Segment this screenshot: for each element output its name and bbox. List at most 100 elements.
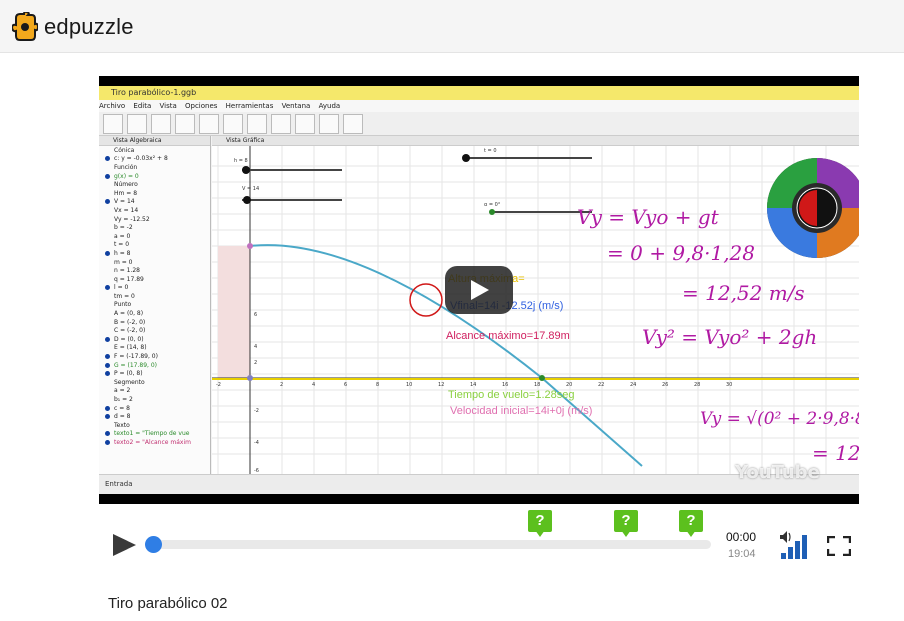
algebra-row: g(x) = 0 — [99, 172, 210, 181]
algebra-row: m = 0 — [114, 258, 133, 266]
video-title: Tiro parabólico 02 — [108, 595, 228, 612]
x-tick: 8 — [376, 382, 379, 388]
pen-color-wheel-icon — [767, 158, 859, 258]
algebra-row: b = -2 — [114, 224, 133, 232]
algebra-row: Punto — [114, 301, 132, 309]
algebra-row: Cónica — [114, 146, 135, 154]
question-marker[interactable]: ? — [528, 510, 552, 537]
question-marker[interactable]: ? — [614, 510, 638, 537]
algebra-row: Vy = -12.52 — [114, 215, 150, 223]
algebra-row: D = (0, 0) — [99, 335, 210, 344]
algebra-row: F = (-17.89, 0) — [99, 352, 210, 361]
menu-item: Ayuda — [318, 102, 341, 110]
youtube-watermark[interactable]: YouTube — [735, 462, 820, 483]
height-rectangle — [218, 246, 250, 378]
handwriting-line: = 0 + 9,8·1,28 — [607, 241, 755, 265]
algebra-row: l = 0 — [99, 284, 210, 293]
menu-bar: Archivo Edita Vista Opciones Herramienta… — [99, 100, 859, 112]
algebra-row: b₁ = 2 — [114, 396, 133, 404]
line-tool-icon — [151, 114, 171, 134]
x-tick: 30 — [726, 382, 732, 388]
algebra-view: Vista Algebraica Cónica c: y = -0.03x² +… — [99, 136, 211, 474]
polygon-tool-icon — [199, 114, 219, 134]
x-tick: 14 — [470, 382, 476, 388]
slider-tool-icon — [319, 114, 339, 134]
y-tick: -2 — [254, 408, 259, 414]
algebra-row: texto2 = "Alcance máxim — [99, 438, 210, 447]
handwriting-line: Vy = Vyo + gt — [577, 205, 720, 229]
algebra-row: E = (14, 8) — [114, 344, 147, 352]
play-icon — [113, 534, 136, 556]
volume-control[interactable] — [779, 529, 815, 561]
fullscreen-button[interactable] — [826, 535, 852, 557]
algebra-row: t = 0 — [114, 241, 130, 249]
fullscreen-icon — [826, 535, 852, 557]
ellipse-tool-icon — [247, 114, 267, 134]
window-title: Tiro parabólico-1.ggb — [99, 86, 859, 100]
edpuzzle-logo[interactable]: edpuzzle — [12, 12, 134, 42]
slider-label: t = 0 — [484, 148, 497, 154]
y-tick: 6 — [254, 312, 257, 318]
graph-text-alcance: Alcance máximo=17.89m — [446, 330, 570, 342]
algebra-row: Hm = 8 — [114, 189, 138, 197]
menu-item: Vista — [159, 102, 177, 110]
menu-item: Ventana — [281, 102, 311, 110]
point-tool-icon — [127, 114, 147, 134]
x-tick: 22 — [598, 382, 604, 388]
x-tick: 4 — [312, 382, 315, 388]
algebra-row: Segmento — [114, 378, 145, 386]
algebra-row: Número — [114, 181, 138, 189]
algebra-row: tm = 0 — [114, 292, 135, 300]
x-tick: 26 — [662, 382, 668, 388]
algebra-row: V = 14 — [99, 198, 210, 207]
algebra-row: c: y = -0.03x² + 8 — [99, 155, 210, 164]
video-player[interactable]: Tiro parabólico-1.ggb Archivo Edita Vist… — [99, 76, 859, 504]
x-tick: -2 — [216, 382, 221, 388]
play-icon — [471, 280, 489, 300]
handwriting-line: = 12,52 m/s — [682, 281, 805, 305]
volume-icon — [780, 531, 807, 559]
menu-item: Edita — [133, 102, 152, 110]
y-tick: -4 — [254, 440, 259, 446]
brand-name: edpuzzle — [44, 14, 134, 39]
reflect-tool-icon — [295, 114, 315, 134]
angle-tool-icon — [271, 114, 291, 134]
slider-label: h = 8 — [234, 158, 248, 164]
question-marker-label: ? — [528, 510, 552, 532]
menu-item: Archivo — [99, 102, 126, 110]
pointer-tool-icon — [103, 114, 123, 134]
slider-label: α = 0° — [484, 202, 501, 208]
puzzle-icon — [12, 12, 38, 41]
x-tick: 28 — [694, 382, 700, 388]
total-time: 19:04 — [728, 548, 756, 560]
circle-tool-icon — [223, 114, 243, 134]
question-marker-label: ? — [614, 510, 638, 532]
algebra-row: q = 17.89 — [114, 275, 144, 283]
play-button[interactable] — [112, 534, 136, 556]
algebra-row: Texto — [114, 421, 130, 429]
x-tick: 18 — [534, 382, 540, 388]
question-marker-label: ? — [679, 510, 703, 532]
perpendicular-tool-icon — [175, 114, 195, 134]
graph-text-velocidad: Velocidad inicial=14i+0j (m/s) — [450, 405, 592, 417]
algebra-row: B = (-2, 0) — [114, 318, 146, 326]
handwriting-line: Vy² = Vyo² + 2gh — [642, 325, 817, 349]
player-controls: ? ? ? 00:00 19:04 — [99, 505, 859, 585]
handwriting-line: Vy = √(0² + 2·9,8·8) = — [700, 409, 859, 429]
algebra-row: Vx = 14 — [114, 206, 139, 214]
graphics-view-title: Vista Gráfica — [212, 136, 859, 146]
question-marker[interactable]: ? — [679, 510, 703, 537]
y-tick: 4 — [254, 344, 257, 350]
graph-canvas: -2 2 4 6 8 10 12 14 16 18 20 22 24 26 28… — [212, 146, 859, 474]
progress-thumb[interactable] — [145, 536, 162, 553]
video-play-overlay-button[interactable] — [445, 266, 513, 314]
x-tick: 16 — [502, 382, 508, 388]
move-view-tool-icon — [343, 114, 363, 134]
algebra-row: A = (0, 8) — [114, 310, 144, 318]
top-bar: edpuzzle — [0, 0, 904, 53]
algebra-view-title: Vista Algebraica — [99, 136, 210, 146]
algebra-row: G = (17.89, 0) — [99, 361, 210, 370]
progress-track[interactable] — [146, 540, 711, 549]
x-tick: 12 — [438, 382, 444, 388]
algebra-row: h = 8 — [99, 249, 210, 258]
